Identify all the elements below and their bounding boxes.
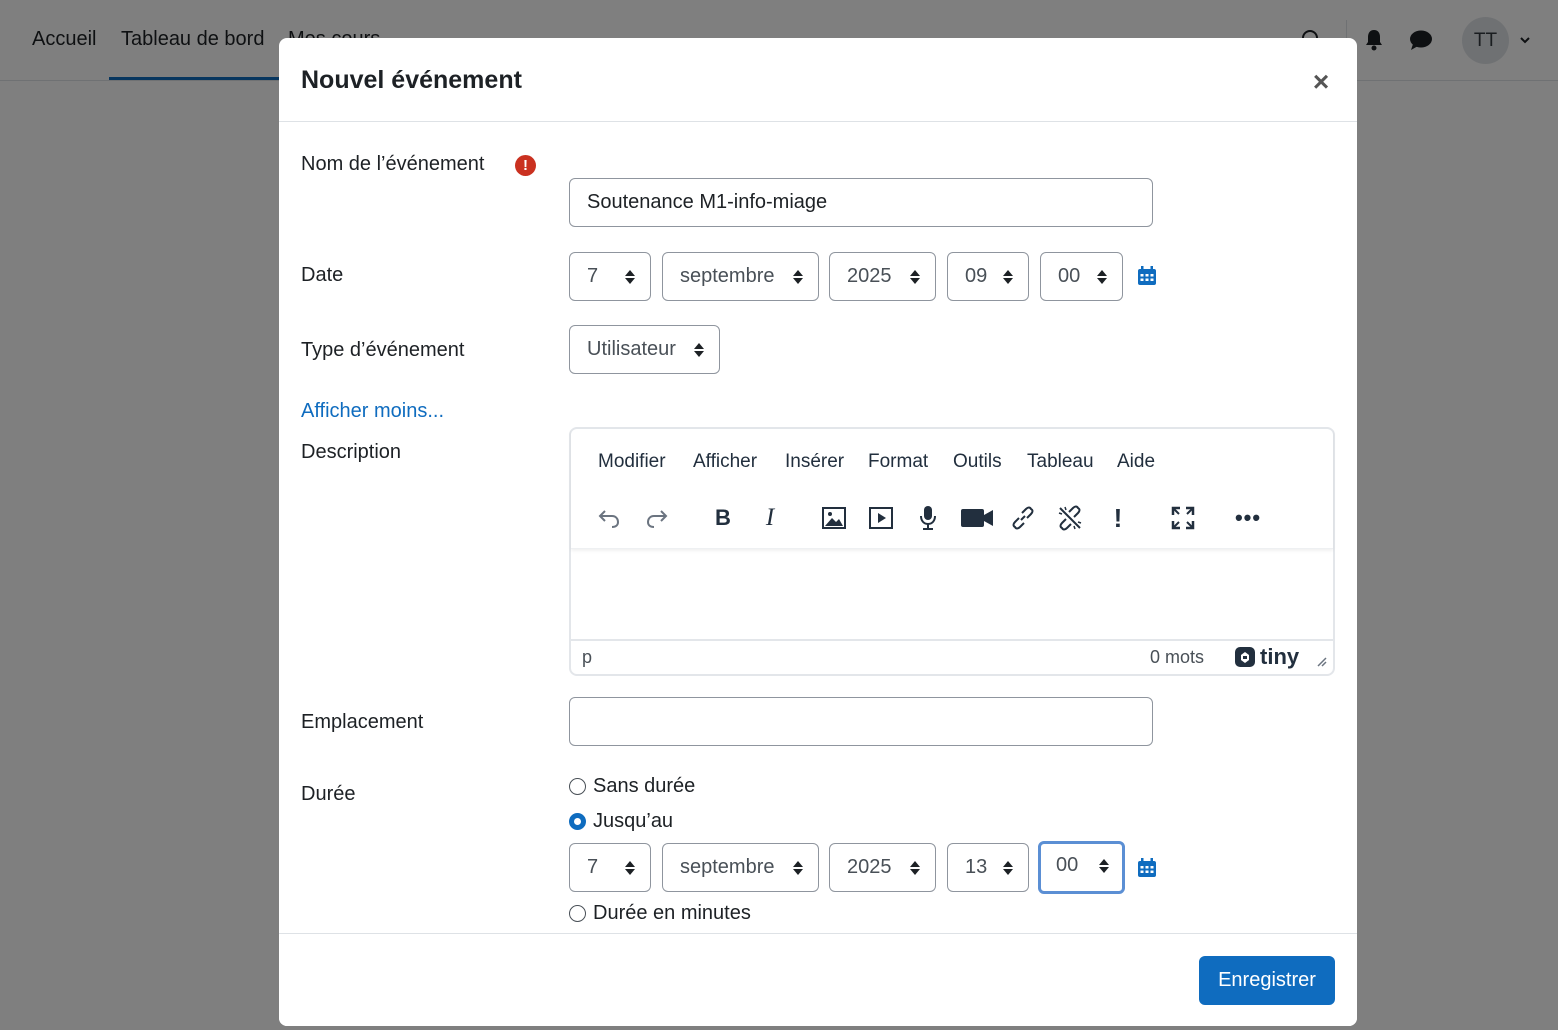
menu-aide[interactable]: Aide — [1117, 451, 1155, 473]
select-caret-icon — [624, 844, 636, 891]
close-button[interactable]: × — [1309, 68, 1333, 96]
radio-duration-minutes[interactable]: Durée en minutes — [569, 902, 751, 925]
menu-afficher[interactable]: Afficher — [693, 451, 757, 473]
menu-tableau[interactable]: Tableau — [1027, 451, 1094, 473]
save-button[interactable]: Enregistrer — [1199, 956, 1335, 1005]
radio-label: Jusqu’au — [593, 810, 674, 832]
radio-label: Durée en minutes — [593, 902, 751, 924]
word-count[interactable]: 0 mots — [1150, 647, 1204, 668]
event-type-select[interactable]: Utilisateur — [569, 325, 720, 374]
menu-format[interactable]: Format — [868, 451, 928, 473]
select-caret-icon — [693, 326, 705, 373]
image-icon[interactable] — [817, 502, 851, 534]
date-label: Date — [301, 264, 344, 286]
select-caret-icon — [624, 253, 636, 300]
duration-label: Durée — [301, 783, 356, 805]
accessibility-checker-icon[interactable]: ! — [1101, 502, 1135, 534]
description-editor: Modifier Afficher Insérer Format Outils … — [569, 427, 1335, 676]
select-caret-icon — [792, 253, 804, 300]
show-less-link[interactable]: Afficher moins... — [301, 400, 444, 423]
modal-header: Nouvel événement × — [279, 38, 1357, 122]
until-year-select[interactable]: 2025 — [829, 843, 936, 892]
until-day-select[interactable]: 7 — [569, 843, 651, 892]
menu-modifier[interactable]: Modifier — [598, 451, 666, 473]
modal-title: Nouvel événement — [301, 66, 522, 94]
until-hour-select[interactable]: 13 — [947, 843, 1029, 892]
bold-icon[interactable]: B — [706, 502, 740, 534]
radio-until[interactable]: Jusqu’au — [569, 810, 673, 833]
date-month-select[interactable]: septembre — [662, 252, 819, 301]
element-path[interactable]: p — [582, 647, 592, 668]
select-caret-icon — [1002, 253, 1014, 300]
link-icon[interactable] — [1006, 502, 1040, 534]
location-label: Emplacement — [301, 711, 424, 733]
calendar-icon[interactable] — [1137, 266, 1157, 286]
redo-icon[interactable] — [640, 502, 674, 534]
description-label: Description — [301, 441, 402, 463]
calendar-icon[interactable] — [1137, 858, 1157, 878]
media-icon[interactable] — [864, 502, 898, 534]
event-name-label: Nom de l’événement — [301, 153, 485, 175]
required-icon: ! — [515, 155, 536, 176]
select-caret-icon — [792, 844, 804, 891]
new-event-modal: Nouvel événement × Nom de l’événement ! … — [279, 38, 1357, 1026]
until-month-select[interactable]: septembre — [662, 843, 819, 892]
location-input[interactable] — [569, 697, 1153, 746]
undo-icon[interactable] — [592, 502, 626, 534]
select-caret-icon — [1096, 253, 1108, 300]
radio-button[interactable] — [569, 778, 586, 795]
more-icon[interactable]: ••• — [1231, 502, 1265, 534]
menu-outils[interactable]: Outils — [953, 451, 1002, 473]
editor-menubar: Modifier Afficher Insérer Format Outils … — [571, 429, 1333, 549]
microphone-icon[interactable] — [911, 502, 945, 534]
date-day-select[interactable]: 7 — [569, 252, 651, 301]
select-caret-icon — [909, 844, 921, 891]
unlink-icon[interactable] — [1053, 502, 1087, 534]
italic-icon[interactable]: I — [753, 502, 787, 534]
video-camera-icon[interactable] — [959, 502, 995, 534]
fullscreen-icon[interactable] — [1166, 502, 1200, 534]
select-caret-icon — [1002, 844, 1014, 891]
modal-footer: Enregistrer — [279, 933, 1357, 1026]
event-name-input[interactable]: Soutenance M1-info-miage — [569, 178, 1153, 227]
select-caret-icon — [1098, 844, 1110, 887]
event-type-label: Type d’événement — [301, 339, 465, 361]
menu-inserer[interactable]: Insérer — [785, 451, 844, 473]
resize-handle-icon[interactable] — [1315, 655, 1327, 667]
date-minute-select[interactable]: 00 — [1040, 252, 1123, 301]
date-hour-select[interactable]: 09 — [947, 252, 1029, 301]
tiny-brand-icon — [1235, 647, 1255, 667]
tiny-logo[interactable]: tiny — [1234, 644, 1299, 670]
until-minute-select[interactable]: 00 — [1038, 841, 1125, 894]
radio-button-checked[interactable] — [569, 813, 586, 830]
radio-button[interactable] — [569, 905, 586, 922]
select-caret-icon — [909, 253, 921, 300]
radio-label: Sans durée — [593, 775, 696, 797]
editor-content-area[interactable] — [571, 559, 1333, 641]
modal-body: Nom de l’événement ! Soutenance M1-info-… — [279, 122, 1357, 933]
date-year-select[interactable]: 2025 — [829, 252, 936, 301]
editor-statusbar: p 0 mots tiny — [571, 641, 1333, 674]
radio-no-duration[interactable]: Sans durée — [569, 775, 695, 798]
